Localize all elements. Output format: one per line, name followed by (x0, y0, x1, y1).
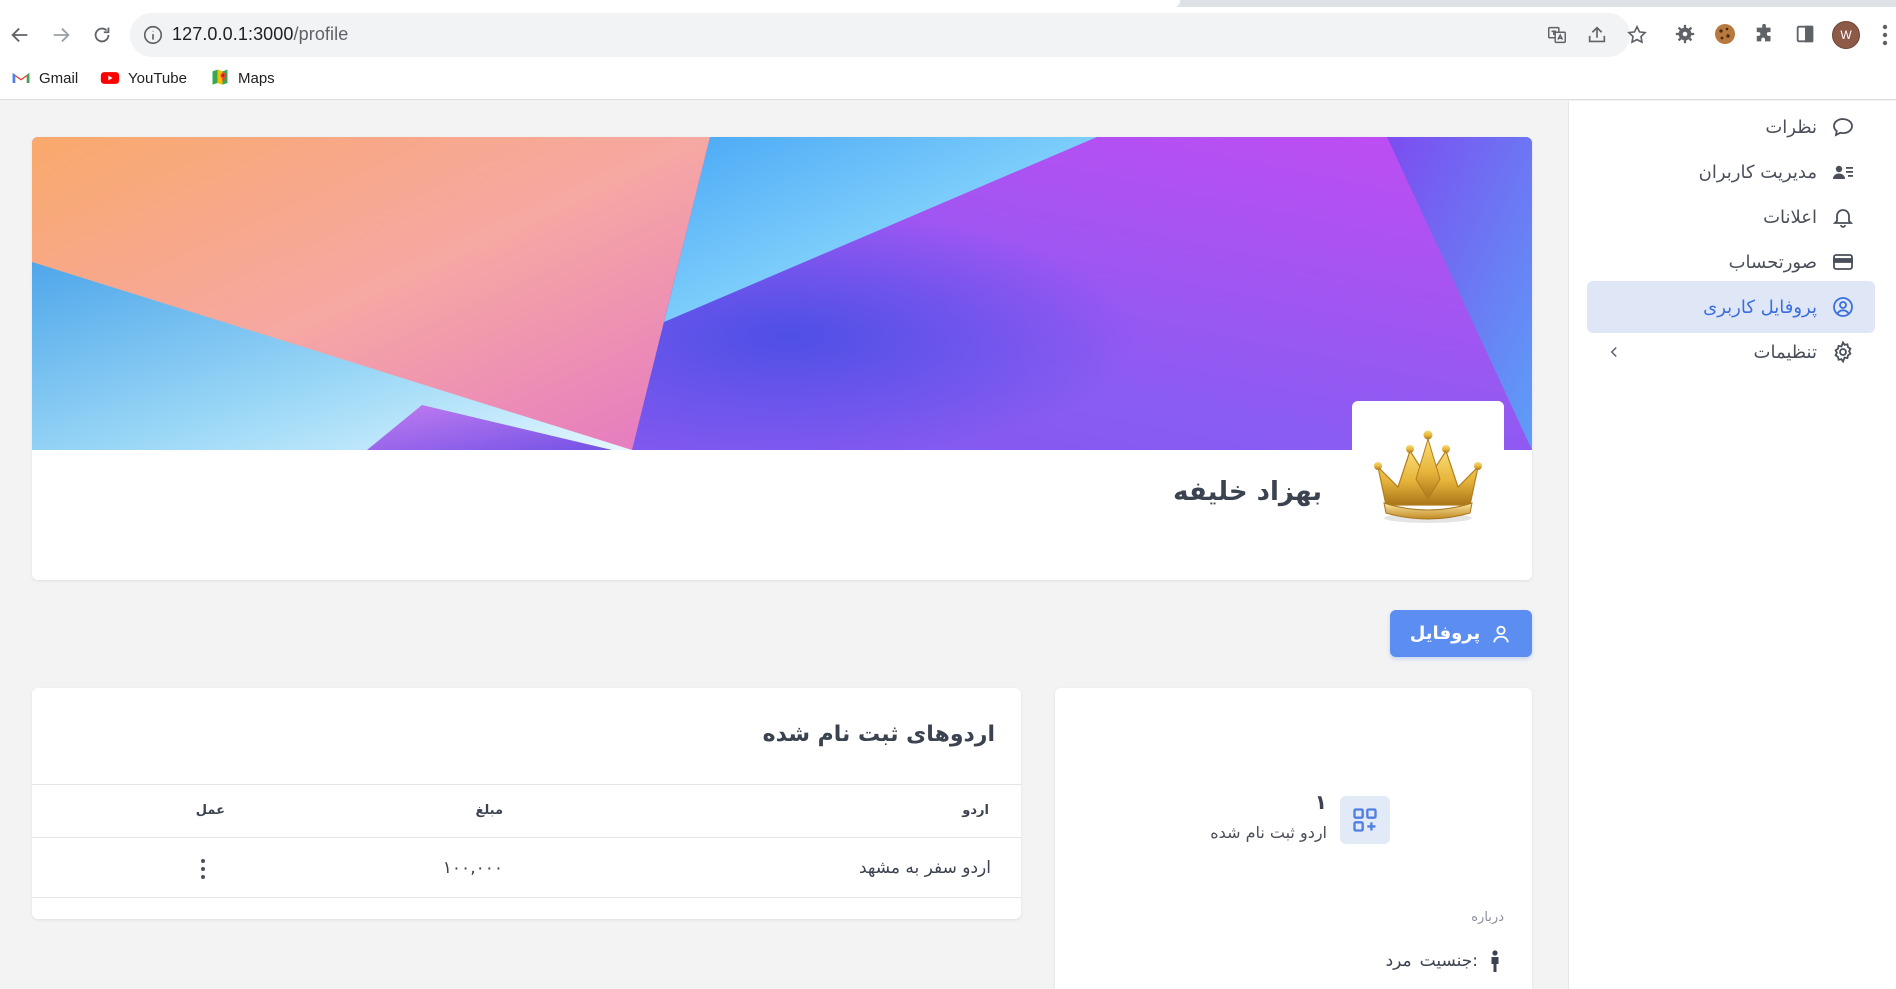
gender-label: جنسیت: (1419, 951, 1478, 971)
table-header-row: اردو مبلغ عمل (32, 784, 1021, 838)
side-panel-button[interactable] (1792, 21, 1818, 47)
url-host: 127.0.0.1:3000 (172, 24, 294, 44)
cell-camp-name: اردو سفر به مشهد (858, 858, 991, 878)
gender-row: مرد جنسیت: (1386, 950, 1504, 972)
reload-icon (94, 27, 110, 43)
profile-header-card: بهزاد خلیفه (32, 137, 1532, 580)
extension-gear[interactable] (1672, 21, 1698, 47)
tab-profile[interactable]: پروفایل (1390, 610, 1532, 657)
sidebar-item-label: تنظیمات (1753, 341, 1817, 363)
bookmark-label: Maps (238, 69, 275, 87)
back-button[interactable] (3, 18, 37, 52)
translate-icon[interactable] (1546, 24, 1568, 46)
active-tab[interactable] (0, 0, 1180, 7)
browser-menu-icon[interactable] (1880, 22, 1890, 48)
star-icon[interactable] (1626, 24, 1648, 46)
user-icon (1493, 625, 1510, 642)
sidebar-item-label: صورتحساب (1728, 251, 1817, 273)
share-icon[interactable] (1586, 24, 1608, 46)
profile-avatar (1352, 401, 1504, 549)
sidebar-item-label: مدیریت کاربران (1698, 161, 1817, 183)
gmail-icon (12, 73, 30, 83)
puzzle-icon (1756, 23, 1771, 42)
info-icon[interactable] (142, 24, 164, 46)
grid-plus-icon (1353, 808, 1377, 832)
credit-card-icon (1833, 254, 1853, 270)
profile-stats-card: ۱ اردو ثبت نام شده درباره مرد جنسیت: (1055, 688, 1532, 989)
person-standing-icon (1491, 950, 1499, 972)
browser-chrome: 127.0.0.1:3000/profile W Gmail YouTube M… (0, 0, 1896, 100)
user-circle-icon (1833, 297, 1853, 317)
stat-icon-box (1340, 796, 1390, 844)
reload-button[interactable] (85, 18, 119, 52)
address-bar[interactable]: 127.0.0.1:3000/profile (130, 13, 1647, 57)
sidebar-item-settings[interactable]: تنظیمات (1587, 326, 1875, 378)
bell-icon (1832, 209, 1854, 228)
gear-icon (1834, 340, 1852, 364)
chat-bubble-icon (1833, 118, 1853, 137)
crown-icon (1374, 430, 1482, 523)
avatar-letter: W (1840, 28, 1852, 42)
maps-icon (212, 69, 228, 85)
extension-cookie[interactable] (1712, 21, 1738, 47)
sidebar-item-label: پروفایل کاربری (1703, 296, 1817, 318)
sidebar: نظرات مدیریت کاربران اعلانات صورتحساب پر… (1568, 101, 1896, 989)
chevron-left-icon (1610, 346, 1617, 358)
tab-strip (0, 0, 1896, 7)
arrow-left-icon (11, 27, 28, 43)
column-header-camp: اردو (962, 803, 989, 818)
row-actions-menu-icon[interactable] (198, 858, 208, 880)
side-panel-icon (1796, 25, 1814, 43)
gear-extension-icon (1675, 24, 1695, 44)
bookmark-label: Gmail (39, 69, 79, 87)
bookmark-youtube[interactable]: YouTube (100, 66, 187, 90)
extensions-button[interactable] (1752, 21, 1778, 47)
profile-name: بهزاد خلیفه (1173, 477, 1322, 507)
stat-label: اردو ثبت نام شده (1210, 823, 1327, 842)
cell-camp-amount: ۱۰۰,۰۰۰ (442, 858, 503, 878)
user-list-icon (1833, 165, 1853, 179)
url-path: /profile (293, 24, 349, 44)
about-section-label: درباره (1471, 910, 1504, 925)
forward-button[interactable] (44, 18, 78, 52)
bookmark-gmail[interactable]: Gmail (11, 66, 78, 90)
table-row: اردو سفر به مشهد ۱۰۰,۰۰۰ (32, 838, 1021, 898)
sidebar-item-label: نظرات (1765, 116, 1817, 138)
camps-table: اردو مبلغ عمل اردو سفر به مشهد ۱۰۰,۰۰۰ (32, 784, 1021, 898)
browser-profile-avatar[interactable]: W (1832, 21, 1860, 49)
stat-value: ۱ (1314, 790, 1327, 814)
arrow-right-icon (53, 27, 70, 43)
bookmark-label: YouTube (128, 69, 187, 87)
tab-profile-label: پروفایل (1409, 623, 1481, 644)
column-header-action: عمل (195, 803, 225, 818)
column-header-amount: مبلغ (475, 803, 503, 818)
registered-camps-card: اردوهای ثبت نام شده اردو مبلغ عمل اردو س… (32, 688, 1021, 919)
camps-card-title: اردوهای ثبت نام شده (762, 722, 995, 747)
youtube-icon (100, 72, 120, 84)
gender-value: مرد (1385, 951, 1412, 971)
bookmark-maps[interactable]: Maps (210, 66, 275, 90)
cookie-icon (1715, 24, 1735, 44)
url-text[interactable]: 127.0.0.1:3000/profile (172, 24, 348, 45)
profile-banner-image (32, 137, 1532, 450)
sidebar-item-label: اعلانات (1763, 206, 1817, 228)
